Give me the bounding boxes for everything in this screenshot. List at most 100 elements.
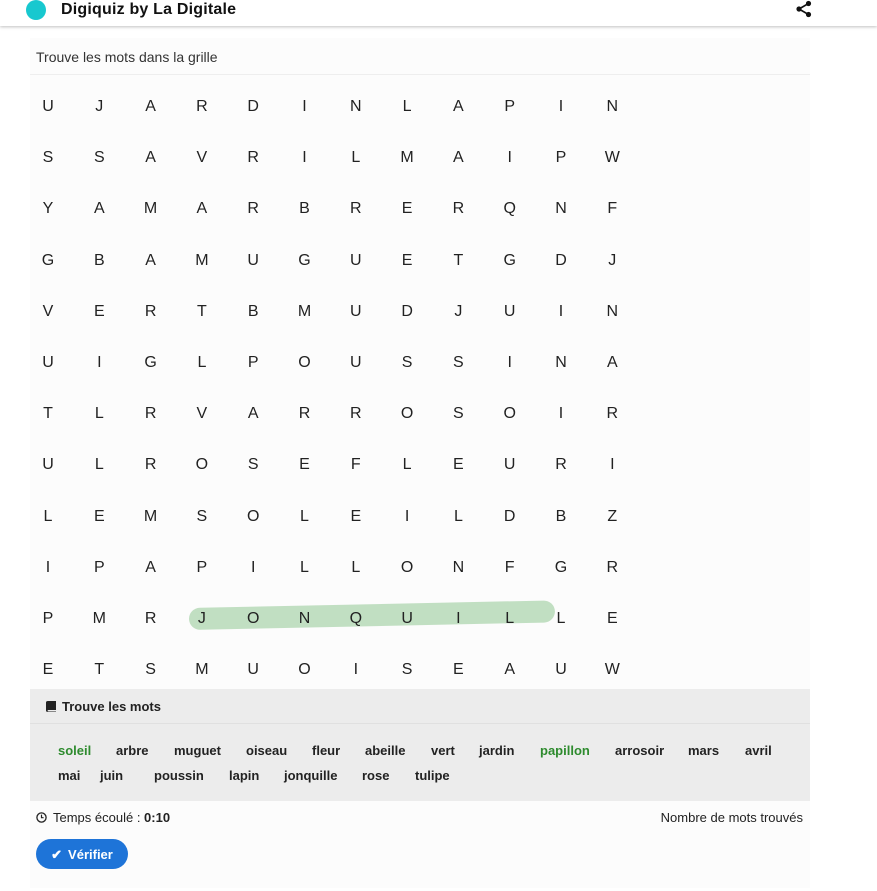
- grid-cell[interactable]: I: [438, 610, 478, 628]
- grid-cell[interactable]: M: [131, 508, 171, 526]
- grid-cell[interactable]: L: [285, 559, 325, 577]
- grid-cell[interactable]: E: [387, 252, 427, 270]
- grid-cell[interactable]: G: [285, 252, 325, 270]
- grid-cell[interactable]: E: [387, 200, 427, 218]
- grid-cell[interactable]: R: [233, 149, 273, 167]
- grid-cell[interactable]: I: [336, 661, 376, 679]
- grid-cell[interactable]: L: [438, 508, 478, 526]
- grid-cell[interactable]: I: [285, 149, 325, 167]
- grid-cell[interactable]: O: [387, 559, 427, 577]
- grid-cell[interactable]: N: [541, 200, 581, 218]
- grid-cell[interactable]: I: [592, 456, 632, 474]
- grid-cell[interactable]: U: [541, 661, 581, 679]
- grid-cell[interactable]: S: [387, 354, 427, 372]
- grid-cell[interactable]: T: [79, 661, 119, 679]
- grid-cell[interactable]: A: [233, 405, 273, 423]
- grid-cell[interactable]: M: [387, 149, 427, 167]
- grid-cell[interactable]: R: [592, 559, 632, 577]
- grid-cell[interactable]: V: [182, 149, 222, 167]
- grid-cell[interactable]: F: [490, 559, 530, 577]
- grid-cell[interactable]: I: [541, 98, 581, 116]
- grid-cell[interactable]: S: [131, 661, 171, 679]
- grid-cell[interactable]: B: [233, 303, 273, 321]
- grid-cell[interactable]: U: [28, 98, 68, 116]
- grid-cell[interactable]: U: [336, 303, 376, 321]
- grid-cell[interactable]: I: [541, 303, 581, 321]
- grid-cell[interactable]: A: [182, 200, 222, 218]
- grid-cell[interactable]: N: [592, 303, 632, 321]
- grid-cell[interactable]: L: [336, 559, 376, 577]
- grid-cell[interactable]: A: [438, 149, 478, 167]
- grid-cell[interactable]: A: [131, 559, 171, 577]
- grid-cell[interactable]: U: [28, 456, 68, 474]
- grid-cell[interactable]: F: [336, 456, 376, 474]
- grid-cell[interactable]: D: [541, 252, 581, 270]
- grid-cell[interactable]: S: [233, 456, 273, 474]
- grid-cell[interactable]: P: [79, 559, 119, 577]
- grid-cell[interactable]: S: [79, 149, 119, 167]
- grid-cell[interactable]: E: [28, 661, 68, 679]
- grid-cell[interactable]: N: [592, 98, 632, 116]
- grid-cell[interactable]: Y: [28, 200, 68, 218]
- grid-cell[interactable]: V: [182, 405, 222, 423]
- grid-cell[interactable]: E: [336, 508, 376, 526]
- grid-cell[interactable]: R: [541, 456, 581, 474]
- grid-cell[interactable]: M: [79, 610, 119, 628]
- grid-cell[interactable]: D: [387, 303, 427, 321]
- grid-cell[interactable]: L: [336, 149, 376, 167]
- grid-cell[interactable]: L: [387, 98, 427, 116]
- grid-cell[interactable]: G: [131, 354, 171, 372]
- grid-cell[interactable]: M: [182, 661, 222, 679]
- grid-cell[interactable]: R: [131, 405, 171, 423]
- grid-cell[interactable]: L: [28, 508, 68, 526]
- grid-cell[interactable]: E: [438, 661, 478, 679]
- grid-cell[interactable]: P: [490, 98, 530, 116]
- grid-cell[interactable]: B: [285, 200, 325, 218]
- grid-cell[interactable]: I: [285, 98, 325, 116]
- grid-cell[interactable]: R: [592, 405, 632, 423]
- grid-cell[interactable]: I: [79, 354, 119, 372]
- grid-cell[interactable]: M: [285, 303, 325, 321]
- grid-cell[interactable]: S: [387, 661, 427, 679]
- grid-cell[interactable]: O: [387, 405, 427, 423]
- grid-cell[interactable]: U: [28, 354, 68, 372]
- grid-cell[interactable]: T: [28, 405, 68, 423]
- grid-cell[interactable]: I: [28, 559, 68, 577]
- grid-cell[interactable]: U: [490, 303, 530, 321]
- grid-cell[interactable]: U: [336, 252, 376, 270]
- grid-cell[interactable]: S: [28, 149, 68, 167]
- grid-cell[interactable]: R: [285, 405, 325, 423]
- share-icon[interactable]: [795, 0, 813, 18]
- grid-cell[interactable]: E: [79, 508, 119, 526]
- grid-cell[interactable]: D: [233, 98, 273, 116]
- grid-cell[interactable]: E: [285, 456, 325, 474]
- grid-cell[interactable]: O: [285, 661, 325, 679]
- grid-cell[interactable]: A: [490, 661, 530, 679]
- grid-cell[interactable]: V: [28, 303, 68, 321]
- grid-cell[interactable]: O: [233, 508, 273, 526]
- grid-cell[interactable]: M: [182, 252, 222, 270]
- grid-cell[interactable]: M: [131, 200, 171, 218]
- grid-cell[interactable]: B: [541, 508, 581, 526]
- grid-cell[interactable]: R: [233, 200, 273, 218]
- grid-cell[interactable]: E: [79, 303, 119, 321]
- grid-cell[interactable]: N: [541, 354, 581, 372]
- grid-cell[interactable]: L: [79, 405, 119, 423]
- grid-cell[interactable]: L: [541, 610, 581, 628]
- grid-cell[interactable]: J: [438, 303, 478, 321]
- grid-cell[interactable]: W: [592, 661, 632, 679]
- grid-cell[interactable]: W: [592, 149, 632, 167]
- grid-cell[interactable]: J: [79, 98, 119, 116]
- grid-cell[interactable]: S: [182, 508, 222, 526]
- grid-cell[interactable]: O: [182, 456, 222, 474]
- grid-cell[interactable]: J: [182, 610, 222, 628]
- grid-cell[interactable]: R: [336, 405, 376, 423]
- grid-cell[interactable]: G: [541, 559, 581, 577]
- grid-cell[interactable]: L: [285, 508, 325, 526]
- grid-cell[interactable]: J: [592, 252, 632, 270]
- grid-cell[interactable]: A: [131, 149, 171, 167]
- grid-cell[interactable]: T: [182, 303, 222, 321]
- grid-cell[interactable]: I: [387, 508, 427, 526]
- grid-cell[interactable]: F: [592, 200, 632, 218]
- grid-cell[interactable]: O: [233, 610, 273, 628]
